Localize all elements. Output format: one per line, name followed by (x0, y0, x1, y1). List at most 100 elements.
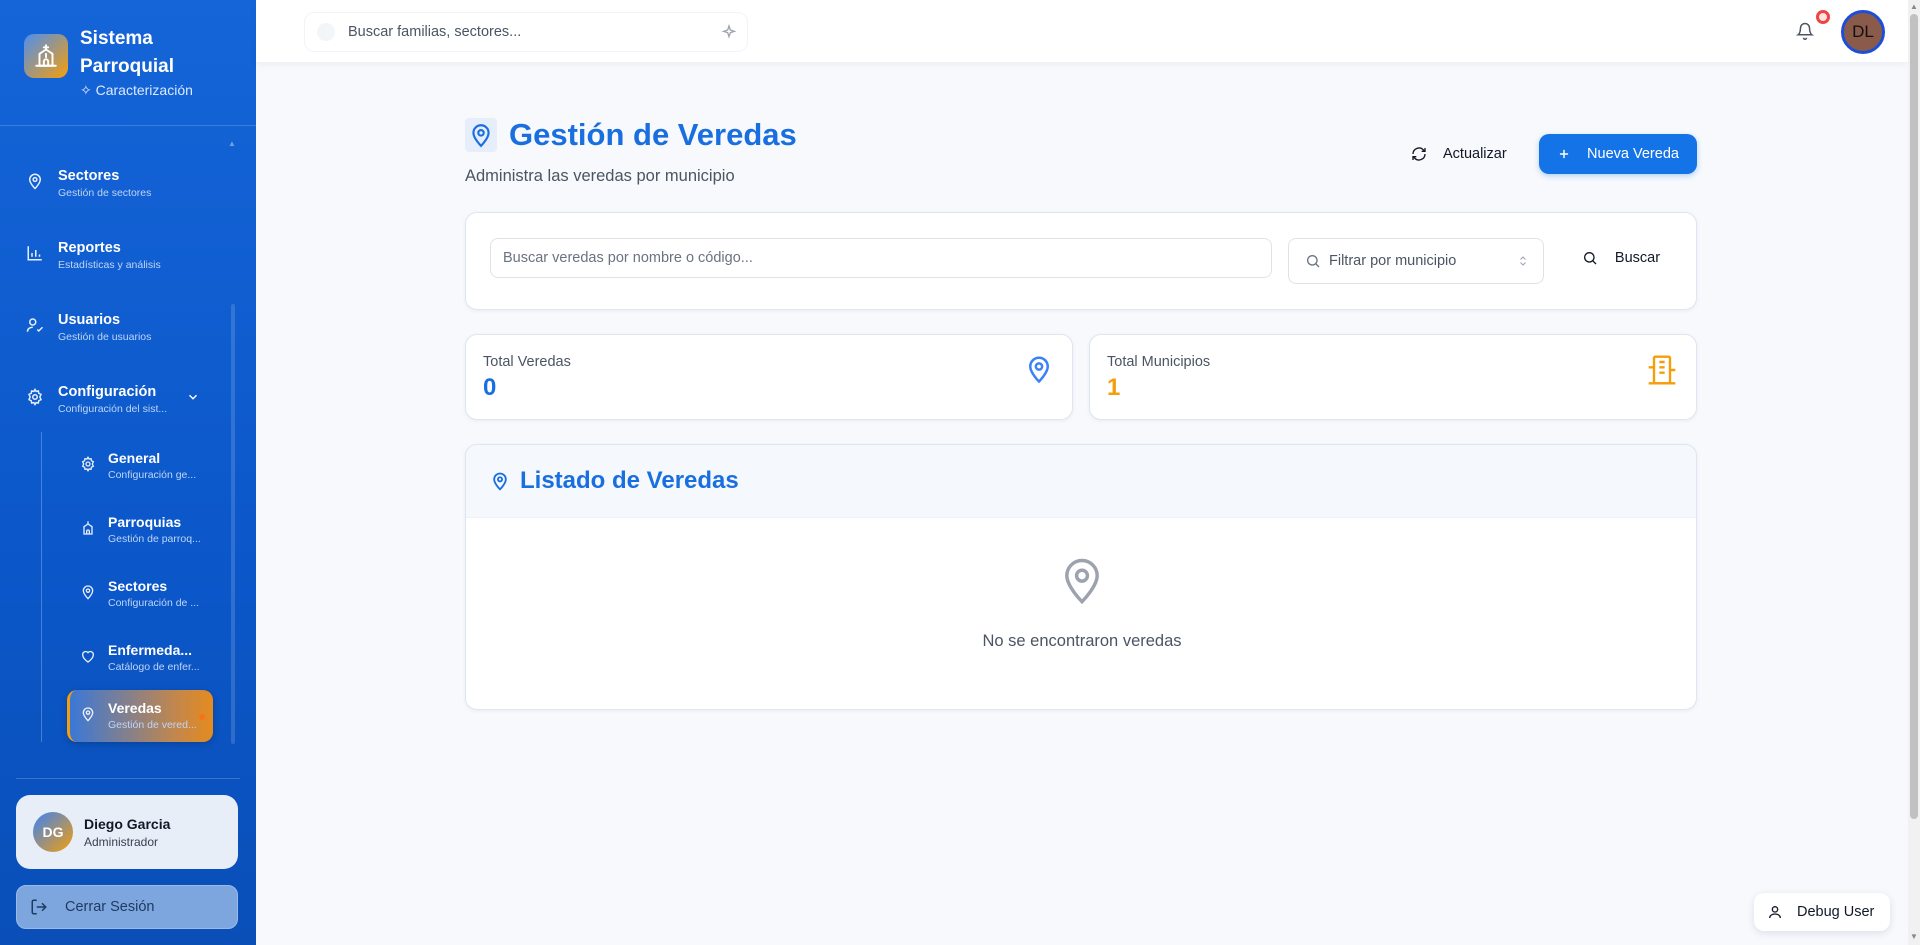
map-pin-icon (28, 173, 42, 190)
logout-label: Cerrar Sesión (65, 899, 155, 915)
empty-state-text: No se encontraron veredas (982, 632, 1182, 650)
sidebar-subitem-desc: Gestión de parroq... (108, 533, 201, 545)
search-icon (317, 23, 335, 41)
page-title: Gestión de Veredas (509, 117, 797, 152)
vereda-search-input[interactable]: Buscar veredas por nombre o código... (490, 238, 1272, 278)
submenu-line (41, 432, 42, 742)
chevron-up-down-icon (1520, 256, 1526, 266)
sidebar-subitem-desc: Configuración de ... (108, 597, 200, 609)
sidebar-item-sectores[interactable]: Sectores Gestión de sectores (26, 162, 226, 212)
sparkle-icon[interactable] (721, 24, 737, 40)
building-icon (1648, 355, 1676, 385)
veredas-list-card: Listado de Veredas No se encontraron ver… (465, 444, 1697, 710)
map-pin-icon (82, 707, 94, 722)
avatar[interactable]: DL (1841, 10, 1885, 54)
map-pin-icon (465, 118, 497, 152)
stat-value: 0 (483, 374, 497, 401)
sidebar-item-desc: Gestión de usuarios (58, 331, 152, 343)
scroll-up-arrow-icon[interactable]: ▲ (1910, 2, 1918, 11)
scrollbar-thumb[interactable] (1910, 14, 1918, 819)
search-button-label: Buscar (1614, 250, 1661, 266)
user-check-icon (26, 318, 44, 333)
sidebar-item-label: Configuración (58, 384, 157, 400)
sidebar-subitem-desc: Catálogo de enfer... (108, 661, 200, 673)
notification-badge (1816, 10, 1830, 24)
logout-icon (31, 899, 47, 915)
map-pin-icon (1028, 356, 1050, 384)
sidebar-item-label: Reportes (58, 240, 121, 256)
avatar: DG (33, 812, 73, 852)
gear-icon (28, 388, 42, 406)
list-title: Listado de Veredas (520, 467, 739, 494)
sidebar-item-reportes[interactable]: Reportes Estadísticas y análisis (26, 234, 226, 284)
refresh-button[interactable]: Actualizar (1399, 134, 1519, 174)
user-card[interactable]: DG Diego Garcia Administrador (16, 795, 238, 869)
sidebar-subitem-enfermedades[interactable]: Enfermeda... Catálogo de enfer... (70, 632, 212, 684)
list-header: Listado de Veredas (466, 445, 1696, 518)
new-vereda-button[interactable]: Nueva Vereda (1539, 134, 1697, 174)
gear-icon (81, 456, 95, 472)
brand-title: Sistema Parroquial (80, 28, 174, 77)
refresh-label: Actualizar (1443, 146, 1507, 162)
sidebar-subitem-general[interactable]: General Configuración ge... (70, 440, 212, 492)
global-search-input[interactable]: Buscar familias, sectores... (304, 12, 748, 52)
new-vereda-label: Nueva Vereda (1587, 146, 1679, 162)
user-icon (1769, 906, 1781, 919)
topbar: Buscar familias, sectores... DL (256, 0, 1908, 62)
logout-button[interactable]: Cerrar Sesión (16, 885, 238, 929)
page-subtitle: Administra las veredas por municipio (465, 167, 735, 185)
brand-subtitle-text: Caracterización (95, 82, 193, 98)
sidebar-subitem-veredas[interactable]: Veredas Gestión de vered... (67, 690, 213, 742)
stat-card-total-municipios: Total Municipios 1 (1089, 334, 1697, 420)
municipio-select-placeholder: Filtrar por municipio (1329, 253, 1457, 269)
sidebar-item-desc: Configuración del sist... (58, 403, 168, 415)
sidebar-scrollbar[interactable] (231, 304, 235, 744)
scroll-down-arrow-icon[interactable]: ▼ (1910, 932, 1918, 941)
sidebar-subitem-sectores[interactable]: Sectores Configuración de ... (70, 568, 212, 620)
chevron-down-icon (188, 394, 198, 400)
map-pin-icon (1065, 558, 1099, 605)
filter-card: Buscar veredas por nombre o código... Fi… (465, 212, 1697, 310)
global-search-placeholder: Buscar familias, sectores... (348, 24, 522, 40)
search-icon (1583, 251, 1597, 265)
municipio-select[interactable]: Filtrar por municipio (1288, 238, 1544, 284)
sidebar-subitem-desc: Configuración ge... (108, 469, 197, 481)
page-scrollbar[interactable]: ▲ ▼ (1908, 0, 1920, 945)
stat-value: 1 (1107, 374, 1121, 401)
user-name: Diego Garcia (84, 815, 171, 832)
active-indicator-dot (199, 714, 205, 720)
heart-icon (82, 650, 94, 663)
sparkle-icon: ✧ (80, 82, 92, 98)
map-pin-icon (82, 585, 94, 600)
bell-icon[interactable] (1796, 22, 1814, 40)
scroll-up-arrow-icon[interactable]: ▲ (228, 139, 236, 148)
map-pin-icon (493, 472, 507, 491)
stat-label: Total Municipios (1107, 354, 1211, 370)
sidebar-item-label: Sectores (58, 168, 120, 184)
sidebar: Sistema Parroquial ✧ Caracterización ▲ S… (0, 0, 256, 945)
sidebar-subitem-label: Enfermeda... (108, 642, 193, 658)
sidebar-item-usuarios[interactable]: Usuarios Gestión de usuarios (26, 306, 226, 356)
brand-subtitle: ✧ Caracterización (80, 82, 193, 99)
sidebar-subitem-label: Veredas (108, 700, 162, 716)
vereda-search-placeholder: Buscar veredas por nombre o código... (503, 250, 753, 266)
user-role: Administrador (84, 834, 159, 849)
stat-label: Total Veredas (483, 354, 571, 370)
sidebar-subitem-parroquias[interactable]: Parroquias Gestión de parroq... (70, 504, 212, 556)
page-header: Gestión de Veredas (465, 117, 797, 153)
sidebar-item-configuracion[interactable]: Configuración Configuración del sist... (26, 378, 226, 428)
search-button[interactable]: Buscar (1566, 238, 1676, 278)
sidebar-item-label: Usuarios (58, 312, 121, 328)
sidebar-item-desc: Estadísticas y análisis (58, 259, 161, 271)
sidebar-subitem-label: Parroquias (108, 514, 182, 530)
plus-icon (1559, 149, 1569, 159)
bar-chart-icon (27, 246, 42, 261)
church-icon (24, 34, 68, 78)
sidebar-subitem-label: General (108, 450, 161, 466)
sidebar-item-desc: Gestión de sectores (58, 187, 152, 199)
brand: Sistema Parroquial ✧ Caracterización (0, 0, 256, 126)
debug-user-button[interactable]: Debug User (1754, 893, 1890, 931)
sidebar-subitem-desc: Gestión de vered... (108, 719, 197, 731)
debug-user-label: Debug User (1797, 904, 1875, 920)
sidebar-subitem-label: Sectores (108, 578, 168, 594)
